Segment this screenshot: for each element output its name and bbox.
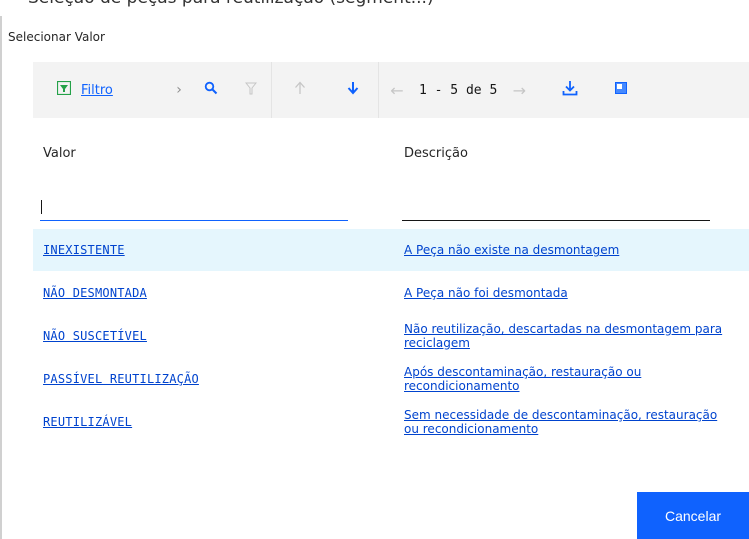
partial-background-heading: Seleção de peças para reutilização (segm… (0, 0, 749, 16)
next-page-button[interactable]: → (501, 62, 537, 118)
valor-filter-input[interactable] (40, 196, 348, 221)
page-range: 1 - 5 de 5 (419, 82, 498, 98)
search-button[interactable] (191, 62, 231, 118)
table-toolbar: Filtro › ← 1 - 5 de 5 → (33, 62, 749, 118)
download-icon (562, 80, 578, 100)
window-icon (615, 82, 628, 98)
filter-icon (56, 80, 72, 99)
valor-cell[interactable]: NÃO SUSCETÍVEL (43, 329, 373, 343)
table-row[interactable]: NÃO DESMONTADA A Peça não foi desmontada (33, 272, 749, 315)
chevron-right-icon: › (176, 82, 182, 98)
background-heading-text: Seleção de peças para reutilização (segm… (28, 0, 434, 8)
download-button[interactable] (537, 62, 603, 118)
descricao-cell[interactable]: Sem necessidade de descontaminação, rest… (404, 408, 724, 436)
valor-cell[interactable]: INEXISTENTE (43, 243, 373, 257)
table-row[interactable]: INEXISTENTE A Peça não existe na desmont… (33, 229, 749, 272)
sort-ascending-button[interactable] (272, 62, 328, 118)
descricao-filter-input[interactable] (402, 196, 710, 221)
dialog-title: Selecionar Valor (8, 30, 105, 44)
background-edge (0, 16, 2, 539)
filter-link[interactable]: Filtro (81, 83, 113, 98)
arrow-up-icon (294, 81, 306, 99)
text-cursor (41, 200, 42, 214)
table-row[interactable]: REUTILIZÁVEL Sem necessidade de desconta… (33, 401, 749, 444)
cancel-button[interactable]: Cancelar (637, 492, 749, 539)
descricao-cell[interactable]: A Peça não foi desmontada (404, 286, 724, 300)
arrow-left-icon: ← (390, 80, 404, 100)
column-header-valor[interactable]: Valor (43, 146, 76, 161)
arrow-down-icon (347, 81, 359, 99)
filter-toggle[interactable]: Filtro (33, 62, 167, 118)
previous-page-button[interactable]: ← (379, 62, 415, 118)
descricao-cell[interactable]: Após descontaminação, restauração ou rec… (404, 365, 724, 393)
more-actions-button[interactable] (603, 62, 639, 118)
clear-filter-icon (244, 82, 258, 99)
clear-filter-button[interactable] (231, 62, 271, 118)
column-header-descricao[interactable]: Descrição (404, 146, 468, 161)
arrow-right-icon: → (512, 80, 526, 100)
descricao-cell[interactable]: Não reutilização, descartadas na desmont… (404, 322, 724, 350)
table-row[interactable]: NÃO SUSCETÍVEL Não reutilização, descart… (33, 315, 749, 358)
valor-cell[interactable]: REUTILIZÁVEL (43, 415, 373, 429)
descricao-cell[interactable]: A Peça não existe na desmontagem (404, 243, 724, 257)
valor-cell[interactable]: PASSÍVEL REUTILIZAÇÃO (43, 372, 373, 386)
valor-cell[interactable]: NÃO DESMONTADA (43, 286, 373, 300)
table-body: INEXISTENTE A Peça não existe na desmont… (33, 229, 749, 444)
table-row[interactable]: PASSÍVEL REUTILIZAÇÃO Após descontaminaç… (33, 358, 749, 401)
search-icon (204, 81, 218, 99)
sort-descending-button[interactable] (328, 62, 378, 118)
